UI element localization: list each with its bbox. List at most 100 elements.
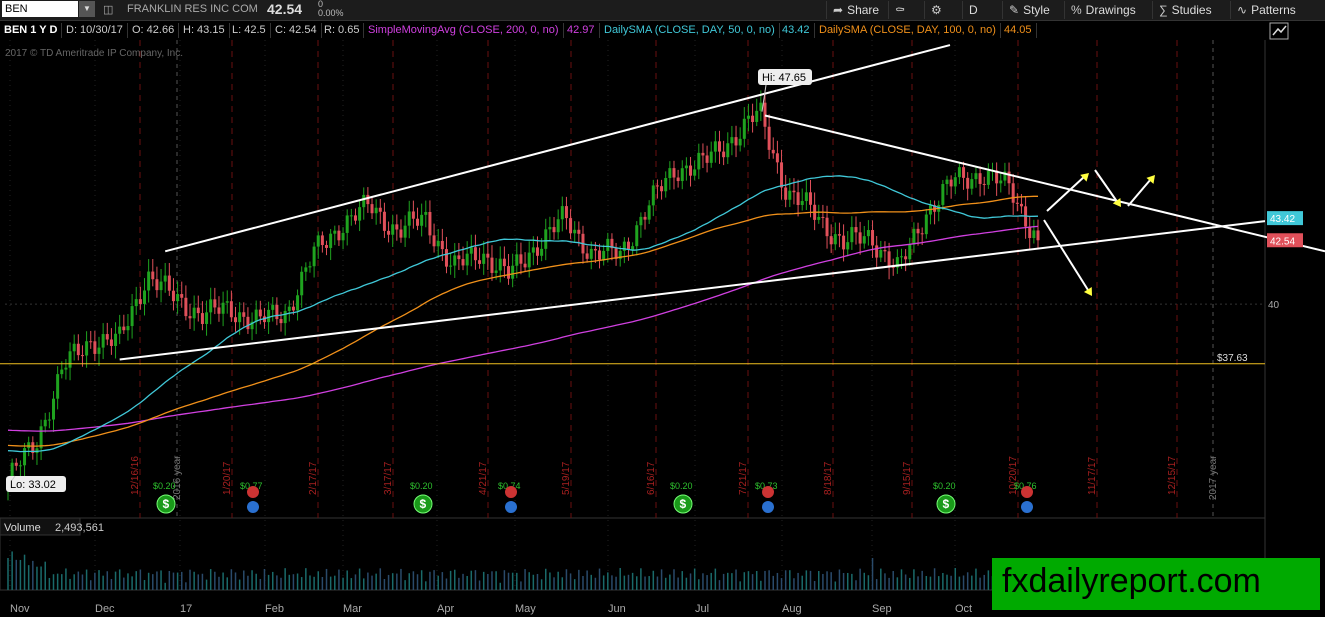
candle-body [701,152,705,156]
settings-button[interactable]: ⚙ [924,1,952,19]
chart-info-bar: BEN 1 Y D D: 10/30/17 O: 42.66 H: 43.15 … [0,21,1265,40]
date-readout: D: 10/30/17 [62,23,128,38]
candle-body [531,247,535,253]
timeframe-button[interactable]: D [962,1,995,19]
candle-body [598,250,602,260]
candle-body [349,215,353,217]
studies-button[interactable]: ∑ Studies [1152,1,1218,19]
candle-body [829,236,833,245]
candle-body [693,169,697,176]
candle-body [126,326,130,331]
x-tick-label: 17 [180,603,192,615]
candle-body [296,295,300,311]
x-tick-label: Dec [95,603,115,615]
candle-body [1015,202,1019,204]
sma100-label[interactable]: DailySMA (CLOSE, DAY, 100, 0, no) [815,23,1001,38]
candle-body [163,275,167,282]
candle-body [833,234,837,245]
date-markers: 12/16/16 1/20/17 2/17/17 3/17/17 4/21/17 5/19… [130,40,1219,518]
symbol-dropdown-icon[interactable]: ▼ [79,1,95,17]
candle-body [804,192,808,202]
candle-body [316,235,320,247]
candle-body [254,309,258,322]
studies-icon: ∑ [1159,3,1168,17]
change-percent: 0.00% [318,8,344,18]
candle-body [171,290,175,302]
symbol-input[interactable]: BEN [2,1,78,17]
candle-body [246,316,250,330]
sma200-label[interactable]: SimpleMovingAvg (CLOSE, 200, 0, no) [364,23,564,38]
x-tick-label: Sep [872,603,892,615]
candle-body [180,294,184,298]
x-tick-label: Aug [782,603,802,615]
x-tick-label: Mar [343,603,362,615]
x-tick-label: Nov [10,603,30,615]
date-marker-label: 6/16/17 [646,461,657,495]
candle-body [366,194,370,205]
candle-body [440,240,444,250]
candle-body [275,304,279,320]
candle-body [854,227,858,233]
x-tick-label: Oct [955,603,972,615]
hi-annotation-text: Hi: 47.65 [762,72,806,84]
support-price-label: $37.63 [1217,353,1248,364]
candle-body [606,238,610,251]
price-chart[interactable]: 40 Nov Dec 17 Feb Mar Apr May Jun Jul Aug Sep Oct 12… [0,40,1325,617]
candle-body [689,165,693,176]
watermark-text: fxdailyreport.com [1002,562,1261,600]
watermark-box: fxdailyreport.com [992,558,1320,610]
candle-body [771,149,775,154]
candle-body [184,297,188,317]
patterns-button[interactable]: ∿ Patterns [1230,1,1302,19]
chart-title[interactable]: BEN 1 Y D [0,23,63,38]
candle-body [842,235,846,250]
candle-body [746,115,750,119]
candle-body [837,234,841,236]
x-tick-label: Jun [608,603,626,615]
candle-body [730,137,734,144]
candle-body [1011,183,1015,203]
candle-body [709,151,713,163]
candle-body [101,334,105,348]
candle-body [134,299,138,307]
style-button[interactable]: ✎ Style [1002,1,1056,19]
candle-body [192,307,196,319]
x-tick-label: May [515,603,536,615]
flask-button[interactable]: ⚰ [888,1,915,19]
candle-body [333,230,337,234]
drawing-tool-icon[interactable] [1268,21,1290,41]
candle-body [970,179,974,189]
candle-body [205,312,209,324]
candle-body [64,367,68,370]
candle-body [800,201,804,206]
lo-annotation-text: Lo: 33.02 [10,479,56,491]
date-marker-label: 8/18/17 [823,461,834,495]
percent-icon: % [1071,3,1082,17]
candle-body [498,258,502,271]
candle-body [461,259,465,266]
patterns-label: Patterns [1251,3,1296,17]
arrow-up-2 [1127,178,1152,207]
candle-body [949,179,953,187]
candle-body [871,230,875,246]
date-marker-label: 12/16/16 [130,456,141,495]
share-button[interactable]: ➦ Share [826,1,885,19]
earnings-info-icon [247,501,259,513]
style-icon: ✎ [1009,3,1020,17]
candle-body [122,326,126,331]
sma50-label[interactable]: DailySMA (CLOSE, DAY, 50, 0, no) [600,23,780,38]
candle-body [151,271,155,280]
year-marker-label: 2017 year [1208,455,1219,500]
dividend-icon-glyph: $ [163,497,170,511]
candle-body [76,343,80,356]
link-icon[interactable]: ◫ [103,3,113,16]
sma50-value: 43.42 [778,23,815,38]
drawings-button[interactable]: % Drawings [1064,1,1142,19]
candle-body [304,267,308,272]
candle-body [432,235,436,247]
candle-body [751,115,755,122]
studies-label: Studies [1171,3,1212,17]
candle-body [643,216,647,220]
candle-body [920,233,924,235]
candle-body [1007,171,1011,184]
